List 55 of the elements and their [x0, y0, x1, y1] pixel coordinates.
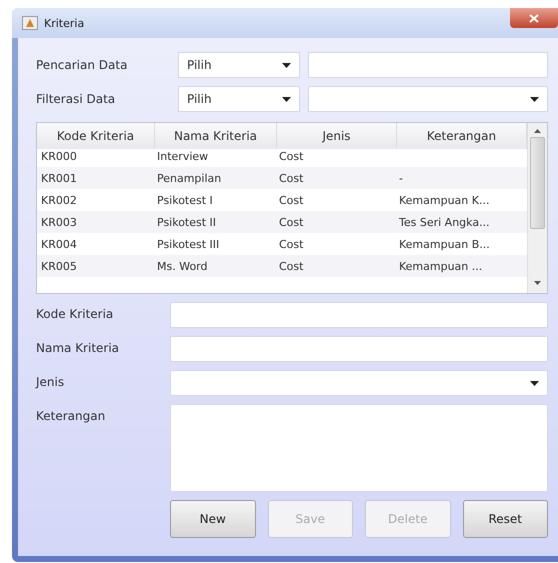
table-cell: Interview	[157, 150, 208, 162]
scrollbar[interactable]	[527, 123, 547, 293]
table-cell: KR002	[41, 194, 77, 206]
table-cell: KR000	[41, 150, 77, 162]
field-label: Nama Kriteria	[36, 340, 120, 355]
table-cell: Cost	[279, 150, 304, 162]
window-title: Kriteria	[44, 16, 84, 30]
table-cell: Penampilan	[157, 172, 222, 184]
input-field[interactable]	[170, 336, 548, 362]
field-label: Pencarian Data	[36, 58, 128, 72]
table-cell: Cost	[279, 194, 304, 206]
table-cell: Cost	[279, 172, 304, 184]
search-by-combo[interactable]: Pilih	[178, 52, 300, 78]
column-header[interactable]: Kode Kriteria	[37, 123, 155, 149]
table-cell: Psikotest II	[157, 216, 216, 228]
table-cell: Psikotest III	[157, 238, 220, 250]
filter-by-combo[interactable]: Pilih	[178, 86, 300, 112]
table-cell: Cost	[279, 260, 304, 272]
scroll-down-icon[interactable]	[534, 281, 541, 285]
table-cell: Tes Seri Angka...	[399, 216, 490, 228]
input-field[interactable]	[170, 302, 548, 328]
caret-icon	[282, 62, 291, 68]
scroll-up-icon[interactable]	[534, 129, 541, 133]
scrollbar-thumb[interactable]	[530, 137, 545, 229]
app-icon	[22, 16, 38, 30]
table-cell: Ms. Word	[157, 260, 208, 272]
column-header[interactable]: Nama Kriteria	[155, 123, 277, 149]
table-cell: KR001	[41, 172, 77, 184]
filter-value-combo[interactable]	[308, 86, 548, 112]
table-cell: Kemampuan B...	[399, 238, 490, 250]
table-cell: -	[399, 172, 403, 184]
field-label: Filterasi Data	[36, 92, 116, 106]
jenis-combo[interactable]	[170, 370, 548, 396]
table-cell: Kemampuan ...	[399, 260, 482, 272]
field-label: Kode Kriteria	[36, 306, 114, 321]
column-header[interactable]: Keterangan	[397, 123, 527, 149]
text-area[interactable]	[170, 404, 548, 492]
search-field[interactable]	[308, 52, 548, 78]
table-cell: KR003	[41, 216, 77, 228]
table-cell: Cost	[279, 216, 304, 228]
table-cell: Psikotest I	[157, 194, 213, 206]
table-cell: KR004	[41, 238, 77, 250]
table-cell: KR005	[41, 260, 77, 272]
caret-icon	[530, 96, 539, 102]
caret-icon	[282, 96, 291, 102]
form-button[interactable]: Reset	[462, 500, 548, 538]
close-button[interactable]	[510, 8, 558, 28]
column-header[interactable]: Jenis	[277, 123, 397, 149]
field-label: Keterangan	[36, 408, 106, 423]
caret-icon	[530, 380, 539, 386]
close-icon	[529, 14, 539, 22]
table-cell: Cost	[279, 238, 304, 250]
form-button[interactable]: New	[170, 500, 256, 538]
field-label: Jenis	[36, 374, 66, 389]
table-cell: Kemampuan K...	[399, 194, 490, 206]
